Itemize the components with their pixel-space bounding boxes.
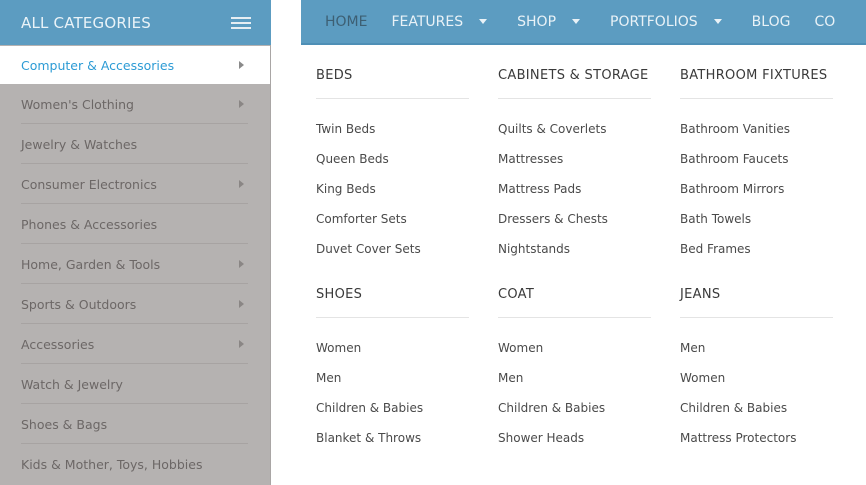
nav-item-label: BLOG [751,13,791,30]
mega-menu-column-title[interactable]: COAT [498,266,651,318]
mega-menu-link[interactable]: Women [680,370,833,400]
mega-menu-column: BEDS Twin Beds Queen Beds King Beds Comforte… [316,47,469,271]
mega-menu-link[interactable]: Queen Beds [316,151,469,181]
category-item-label: Computer & Accessories [21,57,175,73]
category-item[interactable]: Computer & Accessories [0,46,270,84]
category-item[interactable]: Kids & Mother, Toys, Hobbies [0,444,270,484]
mega-menu-column: COAT Women Men Children & Babies Shower Head… [498,266,651,460]
mega-menu-link-list: Men Women Children & Babies Mattress Protec… [680,318,833,460]
mega-menu-link[interactable]: Mattresses [498,151,651,181]
mega-menu-link[interactable]: Shower Heads [498,430,651,460]
category-item[interactable]: Phones & Accessories [0,204,270,244]
mega-menu-panel: BEDS Twin Beds Queen Beds King Beds Comforte… [271,47,866,485]
nav-item-label: HOME [325,13,368,30]
hamburger-menu-icon[interactable] [231,16,251,29]
category-item[interactable]: Shoes & Bags [0,404,270,444]
mega-menu-link[interactable]: Comforter Sets [316,211,469,241]
category-item[interactable]: Sports & Outdoors [0,284,270,324]
category-item-label: Women's Clothing [21,96,134,112]
category-item-label: Phones & Accessories [21,216,158,232]
all-categories-header[interactable]: ALL CATEGORIES [0,0,271,45]
category-item[interactable]: Consumer Electronics [0,164,270,204]
chevron-right-icon [239,180,244,188]
category-item[interactable]: Jewelry & Watches [0,124,270,164]
category-item-label: Shoes & Bags [21,416,108,432]
mega-menu-link[interactable]: Bathroom Faucets [680,151,833,181]
mega-menu-link[interactable]: Bath Towels [680,211,833,241]
chevron-right-icon [239,340,244,348]
mega-menu-link[interactable]: Women [498,340,651,370]
category-list: Computer & Accessories Women's Clothing Je… [0,45,271,485]
mega-menu-column-title[interactable]: CABINETS & STORAGE [498,47,651,99]
nav-item-label: SHOP [517,13,557,30]
mega-menu-link[interactable]: Men [316,370,469,400]
mega-menu-link-list: Quilts & Coverlets Mattresses Mattress Pad… [498,99,651,271]
mega-menu-link[interactable]: Mattress Pads [498,181,651,211]
nav-item[interactable]: FEATURES [367,0,493,43]
mega-menu-link[interactable]: Bathroom Vanities [680,121,833,151]
mega-menu-link-list: Twin Beds Queen Beds King Beds Comforter Se… [316,99,469,271]
mega-menu-link[interactable]: Dressers & Chests [498,211,651,241]
category-item[interactable]: Women's Clothing [0,84,270,124]
mega-menu-column-title[interactable]: BEDS [316,47,469,99]
category-item-label: Home, Garden & Tools [21,256,161,272]
mega-menu-link-list: Women Men Children & Babies Shower Heads [498,318,651,460]
nav-item[interactable]: SHOP [493,0,586,43]
category-item[interactable]: Accessories [0,324,270,364]
category-item-label: Jewelry & Watches [21,136,138,152]
category-item-label: Accessories [21,336,95,352]
nav-item-label: FEATURES [391,13,464,30]
nav-item[interactable]: CO [790,0,835,43]
chevron-right-icon [239,260,244,268]
mega-menu-link[interactable]: Men [498,370,651,400]
mega-menu-link[interactable]: Children & Babies [498,400,651,430]
nav-item[interactable]: HOME [301,0,367,43]
category-item-label: Sports & Outdoors [21,296,137,312]
mega-menu-column: CABINETS & STORAGE Quilts & Coverlets Matt… [498,47,651,271]
mega-menu-link-list: Bathroom Vanities Bathroom Faucets Bathroo… [680,99,833,271]
nav-item-label: PORTFOLIOS [610,13,698,30]
mega-menu-link[interactable]: Bathroom Mirrors [680,181,833,211]
chevron-right-icon [239,100,244,108]
nav-item[interactable]: PORTFOLIOS [586,0,728,43]
category-item-label: Kids & Mother, Toys, Hobbies [21,456,203,472]
category-item-label: Watch & Jewelry [21,376,123,392]
category-item[interactable]: Watch & Jewelry [0,364,270,404]
mega-menu-column-title[interactable]: JEANS [680,266,833,318]
mega-menu-link[interactable]: Children & Babies [316,400,469,430]
mega-menu-link[interactable]: King Beds [316,181,469,211]
mega-menu-link[interactable]: Men [680,340,833,370]
mega-menu-column-title[interactable]: SHOES [316,266,469,318]
mega-menu-link[interactable]: Women [316,340,469,370]
mega-menu-link[interactable]: Blanket & Throws [316,430,469,460]
mega-menu-column: BATHROOM FIXTURES Bathroom Vanities Bathro… [680,47,833,271]
caret-down-icon[interactable] [713,19,722,24]
caret-down-icon[interactable] [572,19,581,24]
mega-menu-link[interactable]: Quilts & Coverlets [498,121,651,151]
main-navigation: HOME FEATURES SHOP PORTFOLIOS BLOG CO [301,0,866,45]
chevron-right-icon [239,61,244,69]
caret-down-icon[interactable] [479,19,488,24]
nav-item-label: CO [814,13,836,30]
mega-menu-column: SHOES Women Men Children & Babies Blanket & … [316,266,469,460]
mega-menu-link-list: Women Men Children & Babies Blanket & Throw… [316,318,469,460]
mega-menu-column-title[interactable]: BATHROOM FIXTURES [680,47,833,99]
chevron-right-icon [239,300,244,308]
all-categories-title: ALL CATEGORIES [21,13,152,32]
mega-menu-link[interactable]: Twin Beds [316,121,469,151]
mega-menu-link[interactable]: Mattress Protectors [680,430,833,460]
mega-menu-link[interactable]: Children & Babies [680,400,833,430]
category-item[interactable]: Home, Garden & Tools [0,244,270,284]
nav-item[interactable]: BLOG [728,0,791,43]
mega-menu-column: JEANS Men Women Children & Babies Mattress P… [680,266,833,460]
category-item-label: Consumer Electronics [21,176,157,192]
